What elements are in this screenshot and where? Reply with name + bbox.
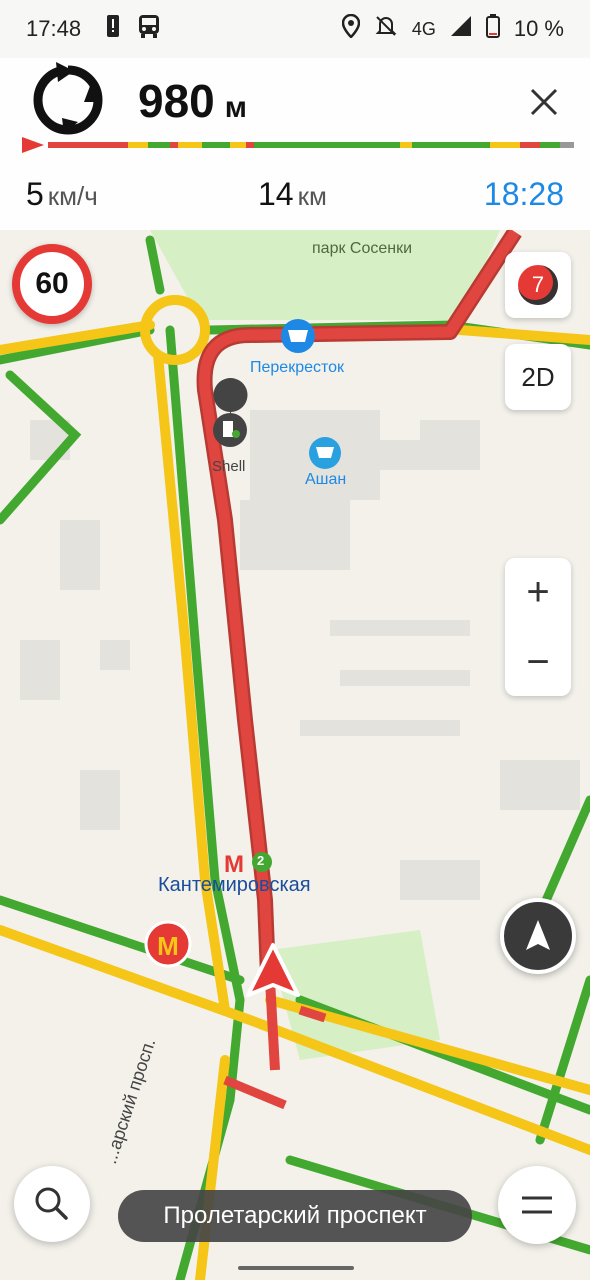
zoom-out-button[interactable]: − xyxy=(505,628,571,696)
route-progress-bar xyxy=(22,137,574,153)
menu-button[interactable] xyxy=(498,1166,576,1244)
roundabout-icon xyxy=(30,62,106,138)
menu-icon xyxy=(522,1196,552,1214)
close-route-button[interactable] xyxy=(522,80,566,124)
arrival-time: 18:28 xyxy=(483,176,564,212)
poi-perekrestok-marker[interactable] xyxy=(281,319,315,353)
bus-icon xyxy=(138,14,160,44)
next-maneuver-distance: 980 м xyxy=(138,74,247,128)
distance-unit: м xyxy=(224,91,247,124)
status-bar: 17:48 4G 10 % xyxy=(0,0,590,58)
zoom-in-button[interactable]: + xyxy=(505,558,571,626)
remaining-unit: км xyxy=(297,181,327,211)
metro-station-label[interactable]: Кантемировская xyxy=(158,874,311,897)
remaining-value: 14 xyxy=(258,176,294,212)
home-indicator[interactable] xyxy=(238,1266,354,1270)
speed-limit-sign: 60 xyxy=(12,244,92,324)
route-start-flag-icon xyxy=(22,137,44,153)
poi-shell-label[interactable]: Shell xyxy=(212,458,245,475)
poi-perekrestok-label[interactable]: Перекресток xyxy=(250,359,344,377)
metro-line-number: 2 xyxy=(257,853,265,868)
navigation-panel[interactable]: 980 м 5 км/ч 14 км 18:28 xyxy=(0,58,590,230)
battery-icon xyxy=(485,14,500,44)
status-time: 17:48 xyxy=(26,16,82,41)
close-icon xyxy=(530,88,558,116)
search-button[interactable] xyxy=(14,1166,90,1242)
traffic-button[interactable]: 7 xyxy=(505,252,571,318)
notification-icon xyxy=(106,14,120,44)
network-type: 4G xyxy=(411,18,436,39)
poi-auchan-marker[interactable] xyxy=(309,437,341,469)
traffic-level-badge: 7 xyxy=(518,265,558,305)
speed-value: 5 xyxy=(26,176,44,212)
current-street-label: Пролетарский проспект xyxy=(118,1190,472,1242)
svg-text:M: M xyxy=(157,931,179,961)
speed-unit: км/ч xyxy=(47,181,98,211)
zoom-controls: + − xyxy=(505,558,571,696)
signal-icon xyxy=(450,15,472,43)
poi-auchan-label[interactable]: Ашан xyxy=(305,471,346,489)
compass-button[interactable] xyxy=(500,898,576,974)
navigation-arrow-icon xyxy=(526,920,550,950)
remaining-distance: 14 км xyxy=(258,176,327,213)
location-icon xyxy=(341,13,361,44)
park-label: парк Сосенки xyxy=(312,240,413,257)
search-icon xyxy=(35,1187,68,1220)
poi-mcdonalds-marker[interactable]: M xyxy=(144,920,192,968)
battery-level: 10 % xyxy=(513,16,564,41)
current-speed: 5 км/ч xyxy=(26,176,98,213)
view-mode-button[interactable]: 2D xyxy=(505,344,571,410)
mute-icon xyxy=(374,14,398,44)
distance-value: 980 xyxy=(138,75,215,127)
